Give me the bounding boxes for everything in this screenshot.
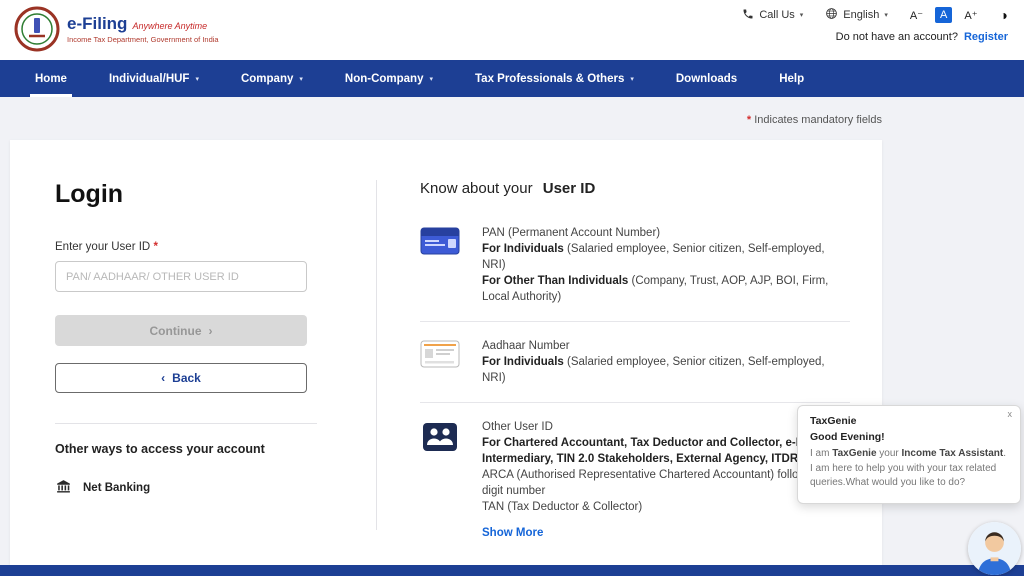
nav-individual-huf[interactable]: Individual/HUF ▾ bbox=[88, 60, 220, 97]
pan-info-item: PAN (Permanent Account Number) For Indiv… bbox=[420, 209, 850, 322]
brand-title: e-Filing bbox=[67, 14, 127, 34]
aadhaar-card-icon bbox=[420, 338, 460, 386]
brand-text: e-Filing Anywhere Anytime Income Tax Dep… bbox=[67, 14, 219, 44]
user-id-label: Enter your User ID * bbox=[55, 241, 317, 253]
net-banking-label: Net Banking bbox=[83, 482, 150, 494]
chevron-down-icon: ▾ bbox=[195, 75, 199, 83]
aadhaar-info-item: Aadhaar Number For Individuals (Salaried… bbox=[420, 322, 850, 403]
nav-company[interactable]: Company ▾ bbox=[220, 60, 324, 97]
other-user-id-icon bbox=[420, 419, 460, 515]
mandatory-fields-note: * Indicates mandatory fields bbox=[747, 114, 882, 126]
call-us-menu[interactable]: Call Us ▾ bbox=[742, 8, 803, 23]
brand-tagline: Anywhere Anytime bbox=[132, 21, 207, 31]
call-us-label: Call Us bbox=[759, 9, 794, 21]
nav-label: Individual/HUF bbox=[109, 73, 190, 85]
nav-label: Company bbox=[241, 73, 293, 85]
chevron-down-icon: ▾ bbox=[884, 11, 888, 19]
mandatory-note-text: Indicates mandatory fields bbox=[754, 114, 882, 126]
chevron-down-icon: ▾ bbox=[429, 75, 433, 83]
divider bbox=[55, 423, 317, 424]
nav-tax-professionals[interactable]: Tax Professionals & Others ▾ bbox=[454, 60, 655, 97]
pan-title: PAN (Permanent Account Number) bbox=[482, 225, 850, 241]
bank-icon bbox=[55, 478, 72, 498]
login-form: Login Enter your User ID * Continue › ‹ … bbox=[55, 180, 317, 498]
back-button[interactable]: ‹ Back bbox=[55, 363, 307, 393]
required-asterisk: * bbox=[153, 241, 157, 253]
other-user-id-tan-line: TAN (Tax Deductor & Collector) bbox=[482, 499, 850, 515]
language-label: English bbox=[843, 9, 879, 21]
chevron-right-icon: › bbox=[209, 324, 213, 338]
know-title: Know about your User ID bbox=[420, 180, 850, 197]
taxgenie-message: I am TaxGenie your Income Tax Assistant.… bbox=[810, 447, 1008, 491]
know-title-bold: User ID bbox=[543, 180, 596, 197]
aadhaar-line-individuals: For Individuals (Salaried employee, Seni… bbox=[482, 354, 850, 386]
chevron-down-icon: ▾ bbox=[630, 75, 634, 83]
continue-label: Continue bbox=[150, 324, 202, 338]
register-link[interactable]: Register bbox=[964, 31, 1008, 43]
show-more-link[interactable]: Show More bbox=[482, 527, 543, 539]
back-label: Back bbox=[172, 371, 201, 385]
pan-line-individuals: For Individuals (Salaried employee, Seni… bbox=[482, 241, 850, 273]
pan-line-other: For Other Than Individuals (Company, Tru… bbox=[482, 273, 850, 305]
footer-bar bbox=[0, 565, 1024, 576]
nav-label: Help bbox=[779, 73, 804, 85]
nav-help[interactable]: Help bbox=[758, 60, 825, 97]
login-title: Login bbox=[55, 180, 317, 209]
chevron-left-icon: ‹ bbox=[161, 371, 165, 385]
main-navigation: Home Individual/HUF ▾ Company ▾ Non-Comp… bbox=[0, 60, 1024, 97]
header-utilities: Call Us ▾ English ▾ A⁻ A A⁺ ◑ bbox=[742, 7, 1008, 43]
know-title-regular: Know about your bbox=[420, 180, 533, 197]
income-tax-dept-logo-icon bbox=[14, 6, 60, 52]
taxgenie-avatar[interactable] bbox=[968, 522, 1021, 575]
asterisk: * bbox=[747, 114, 751, 126]
chevron-down-icon: ▾ bbox=[800, 11, 804, 19]
font-size-increase-button[interactable]: A⁺ bbox=[964, 9, 977, 22]
nav-label: Home bbox=[35, 73, 67, 85]
pan-card-icon bbox=[420, 225, 460, 305]
brand[interactable]: e-Filing Anywhere Anytime Income Tax Dep… bbox=[14, 6, 219, 52]
taxgenie-greeting: Good Evening! bbox=[810, 431, 1008, 443]
aadhaar-title: Aadhaar Number bbox=[482, 338, 850, 354]
font-size-controls: A⁻ A A⁺ bbox=[910, 7, 978, 23]
other-user-id-bold-line: For Chartered Accountant, Tax Deductor a… bbox=[482, 435, 850, 467]
nav-home[interactable]: Home bbox=[14, 60, 88, 97]
contrast-toggle-icon[interactable]: ◑ bbox=[1000, 8, 1008, 22]
net-banking-option[interactable]: Net Banking bbox=[55, 478, 317, 498]
taxgenie-popup: x TaxGenie Good Evening! I am TaxGenie y… bbox=[797, 405, 1021, 504]
nav-label: Tax Professionals & Others bbox=[475, 73, 624, 85]
chevron-down-icon: ▾ bbox=[299, 75, 303, 83]
user-id-input[interactable] bbox=[55, 261, 307, 292]
top-header: e-Filing Anywhere Anytime Income Tax Dep… bbox=[0, 0, 1024, 60]
divider bbox=[376, 180, 377, 530]
nav-non-company[interactable]: Non-Company ▾ bbox=[324, 60, 454, 97]
continue-button[interactable]: Continue › bbox=[55, 315, 307, 346]
login-card: Login Enter your User ID * Continue › ‹ … bbox=[10, 140, 882, 565]
font-size-decrease-button[interactable]: A⁻ bbox=[910, 9, 923, 22]
know-about-user-id: Know about your User ID P bbox=[420, 180, 850, 541]
nav-label: Non-Company bbox=[345, 73, 424, 85]
font-size-normal-button[interactable]: A bbox=[935, 7, 952, 23]
close-icon[interactable]: x bbox=[1008, 409, 1013, 419]
globe-icon bbox=[825, 7, 838, 23]
brand-subtitle: Income Tax Department, Government of Ind… bbox=[67, 35, 219, 44]
other-user-id-title: Other User ID bbox=[482, 419, 850, 435]
other-user-id-info-item: Other User ID For Chartered Accountant, … bbox=[420, 403, 850, 523]
phone-icon bbox=[742, 8, 754, 23]
nav-downloads[interactable]: Downloads bbox=[655, 60, 758, 97]
account-prompt: Do not have an account? bbox=[836, 31, 958, 43]
language-menu[interactable]: English ▾ bbox=[825, 7, 888, 23]
taxgenie-title: TaxGenie bbox=[810, 415, 1008, 427]
user-id-label-text: Enter your User ID bbox=[55, 241, 150, 253]
other-user-id-arca-line: ARCA (Authorised Representative Chartere… bbox=[482, 467, 850, 499]
nav-label: Downloads bbox=[676, 73, 737, 85]
other-ways-title: Other ways to access your account bbox=[55, 442, 317, 456]
